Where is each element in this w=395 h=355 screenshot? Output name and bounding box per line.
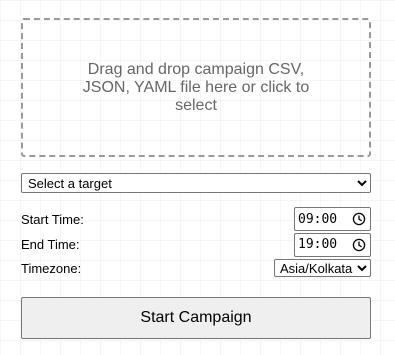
end-time-row: End Time: 19:00 bbox=[21, 232, 371, 257]
timezone-label: Timezone: bbox=[21, 260, 82, 276]
dropzone-text: Drag and drop campaign CSV, JSON, YAML f… bbox=[82, 60, 310, 114]
end-time-value: 19:00 bbox=[298, 237, 338, 252]
start-time-row: Start Time: 09:00 bbox=[21, 207, 371, 231]
timezone-row: Timezone: Asia/Kolkata bbox=[21, 258, 371, 278]
clock-icon[interactable] bbox=[352, 238, 366, 252]
start-time-value: 09:00 bbox=[298, 211, 338, 227]
file-dropzone[interactable]: Drag and drop campaign CSV, JSON, YAML f… bbox=[21, 18, 371, 157]
clock-icon[interactable] bbox=[352, 212, 366, 226]
timezone-select[interactable]: Asia/Kolkata bbox=[274, 259, 371, 277]
end-time-label: End Time: bbox=[21, 237, 80, 252]
target-select[interactable]: Select a target bbox=[21, 173, 371, 193]
end-time-input[interactable]: 19:00 bbox=[294, 232, 371, 257]
start-time-input[interactable]: 09:00 bbox=[294, 207, 371, 231]
start-campaign-button[interactable]: Start Campaign bbox=[21, 297, 371, 339]
campaign-form: Drag and drop campaign CSV, JSON, YAML f… bbox=[21, 18, 371, 339]
start-time-label: Start Time: bbox=[21, 211, 84, 227]
